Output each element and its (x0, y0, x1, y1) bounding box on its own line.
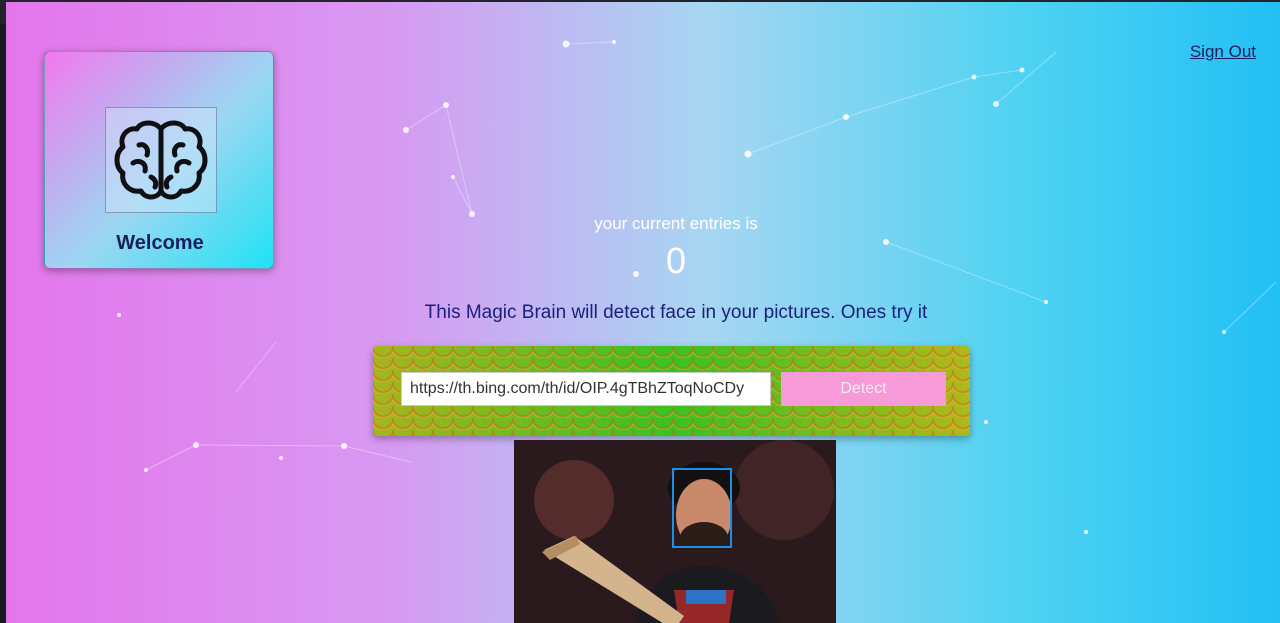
brain-icon (114, 120, 208, 200)
welcome-label: Welcome (116, 232, 204, 254)
image-link-form: Detect (373, 346, 970, 436)
detect-button[interactable]: Detect (781, 372, 946, 406)
tagline: This Magic Brain will detect face in you… (424, 302, 928, 323)
brain-logo (105, 107, 217, 213)
logo-card: Welcome (44, 51, 274, 269)
sign-out-link[interactable]: Sign Out (1190, 42, 1256, 62)
image-url-input[interactable] (401, 372, 771, 406)
entries-label: your current entries is (594, 214, 758, 233)
app-viewport: Welcome Sign Out your current entries is… (6, 2, 1280, 623)
face-detection-result-image (514, 440, 836, 623)
face-bounding-box (672, 468, 732, 548)
entries-count: 0 (665, 240, 687, 281)
